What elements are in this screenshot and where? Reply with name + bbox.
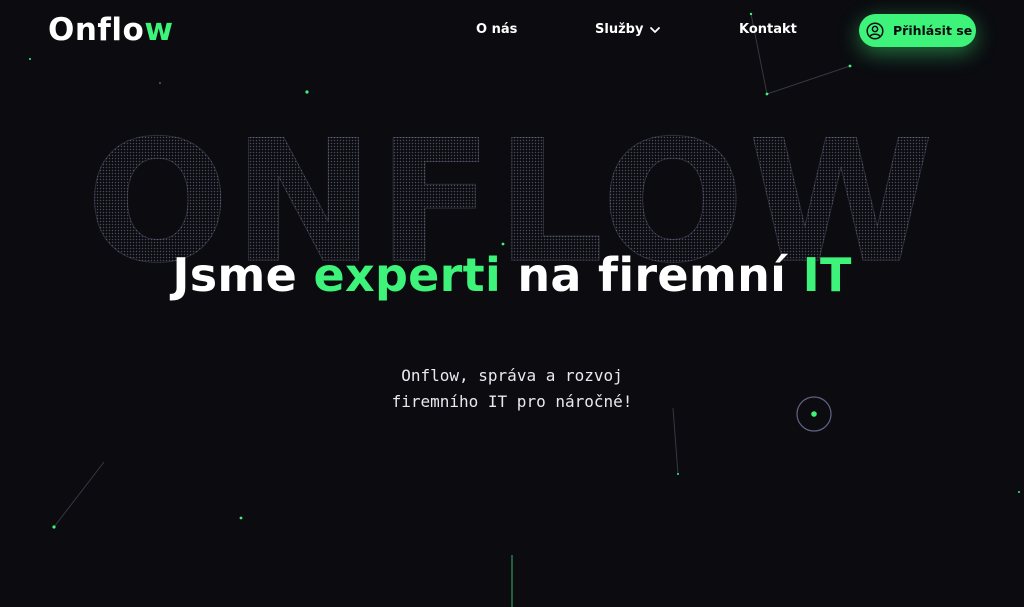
nav-services-dropdown[interactable]: Služby — [595, 22, 661, 37]
site-logo[interactable]: Onflow — [48, 12, 173, 48]
hero-headline: Jsme experti na firemní IT — [0, 248, 1024, 302]
background-decoration — [29, 12, 1020, 607]
user-circle-icon — [866, 21, 884, 40]
subtitle-line-1: Onflow, správa a rozvoj — [401, 366, 623, 385]
headline-part-3: na firemní — [501, 248, 803, 302]
logo-main-text: Onflo — [48, 12, 145, 48]
login-button[interactable]: Přihlásit se — [859, 14, 976, 47]
hero-subtitle: Onflow, správa a rozvoj firemního IT pro… — [0, 363, 1024, 415]
headline-part-1: Jsme — [172, 248, 314, 302]
login-button-label: Přihlásit se — [893, 23, 973, 38]
nav-contact-link[interactable]: Kontakt — [739, 22, 797, 37]
chevron-down-icon — [650, 26, 661, 33]
headline-highlight-it: IT — [802, 248, 852, 302]
headline-highlight-experti: experti — [313, 248, 502, 302]
nav-about-link[interactable]: O nás — [476, 22, 517, 37]
subtitle-line-2: firemního IT pro náročné! — [391, 392, 633, 411]
nav-services-label: Služby — [595, 22, 644, 37]
logo-accent-text: w — [144, 12, 174, 48]
